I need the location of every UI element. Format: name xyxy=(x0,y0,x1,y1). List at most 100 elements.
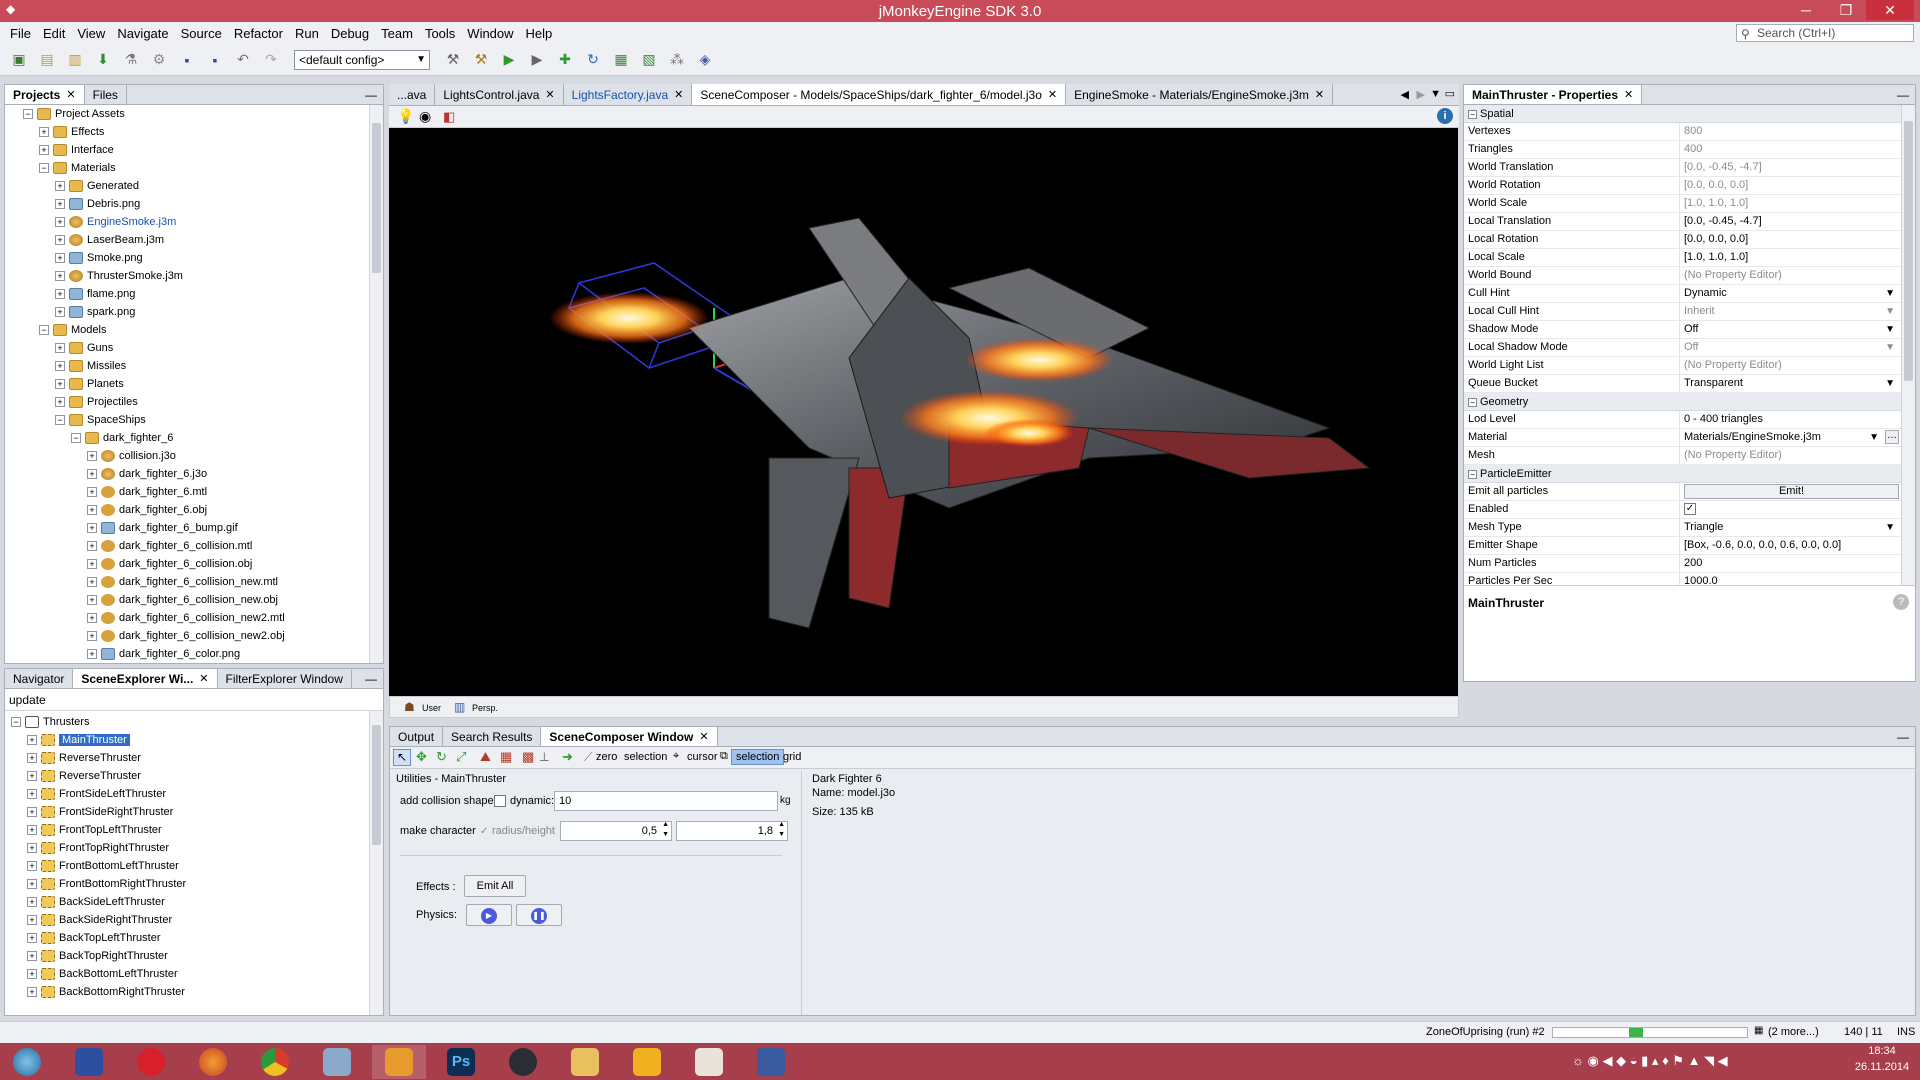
property-row[interactable]: Local Cull Hint Inherit ▼ xyxy=(1464,303,1901,321)
maximize-button[interactable]: ❐ xyxy=(1826,0,1866,20)
tab-files[interactable]: Files xyxy=(85,85,127,104)
perspective-icon[interactable]: ▥ xyxy=(454,700,465,714)
search-input[interactable]: ⚲ Search (Ctrl+I) xyxy=(1736,24,1914,42)
tab-scroll-right-icon[interactable]: ▶ xyxy=(1417,88,1425,101)
scene-scrollbar[interactable] xyxy=(369,711,383,1015)
menu-run[interactable]: Run xyxy=(289,26,325,41)
tab-projects[interactable]: Projects ✕ xyxy=(5,85,85,104)
projects-scrollbar[interactable] xyxy=(369,105,383,663)
tasks-icon[interactable]: ▦ xyxy=(1754,1025,1763,1036)
user-camera-icon[interactable]: ☗ xyxy=(404,700,415,714)
image-icon[interactable]: ▦ xyxy=(610,49,632,71)
taskbar-java[interactable] xyxy=(682,1045,736,1079)
editor-tab[interactable]: SceneComposer - Models/SpaceShips/dark_f… xyxy=(692,84,1067,105)
chevron-down-icon[interactable]: ▼ xyxy=(1869,429,1879,446)
chevron-down-icon[interactable]: ▼ xyxy=(1885,321,1895,338)
scene-node[interactable]: + ReverseThruster xyxy=(5,767,369,785)
new-file-icon[interactable]: ▣ xyxy=(8,49,30,71)
editor-tab[interactable]: ...ava xyxy=(389,84,436,105)
scene-node[interactable]: + ReverseThruster xyxy=(5,749,369,767)
property-row[interactable]: Local Shadow Mode Off ▼ xyxy=(1464,339,1901,357)
expand-toggle-icon[interactable]: − xyxy=(11,717,21,728)
close-icon[interactable]: ✕ xyxy=(66,88,75,101)
scale-tool-icon[interactable]: ⤢ xyxy=(456,749,466,765)
enabled-checkbox[interactable]: ✓ xyxy=(1684,503,1696,516)
taskbar-virtualbox[interactable] xyxy=(310,1045,364,1079)
dynamic-checkbox[interactable] xyxy=(494,795,506,807)
help-icon[interactable]: ? xyxy=(1893,594,1909,610)
expand-toggle-icon[interactable]: + xyxy=(87,631,97,642)
close-icon[interactable]: ✕ xyxy=(674,88,683,101)
minimize-button[interactable]: ─ xyxy=(1786,0,1826,20)
scene-node[interactable]: + FrontSideRightThruster xyxy=(5,803,369,821)
minimize-panel-icon[interactable]: — xyxy=(1897,730,1909,744)
tree-node[interactable]: + dark_fighter_6_collision_new2.obj xyxy=(5,627,369,645)
property-row[interactable]: Particles Per Sec 1000.0 xyxy=(1464,573,1901,585)
tree-node[interactable]: − Materials xyxy=(5,159,369,177)
expand-toggle-icon[interactable]: + xyxy=(55,253,65,264)
close-icon[interactable]: ✕ xyxy=(199,672,208,685)
vehicle-icon[interactable]: ◈ xyxy=(694,49,716,71)
taskbar-firefox[interactable] xyxy=(186,1045,240,1079)
tree-node[interactable]: + dark_fighter_6_collision.mtl xyxy=(5,537,369,555)
expand-toggle-icon[interactable]: + xyxy=(55,289,65,300)
minimize-panel-icon[interactable]: — xyxy=(365,672,377,686)
expand-toggle-icon[interactable]: + xyxy=(27,879,37,890)
scene-node[interactable]: + FrontSideLeftThruster xyxy=(5,785,369,803)
property-value[interactable]: [1.0, 1.0, 1.0] xyxy=(1680,249,1901,266)
property-row[interactable]: Local Scale [1.0, 1.0, 1.0] xyxy=(1464,249,1901,267)
selection-mode-button[interactable]: selection xyxy=(731,749,785,765)
property-row[interactable]: World Light List (No Property Editor) xyxy=(1464,357,1901,375)
property-row[interactable]: Local Translation [0.0, -0.45, -4.7] xyxy=(1464,213,1901,231)
expand-toggle-icon[interactable]: + xyxy=(55,199,65,210)
property-row[interactable]: Mesh Type Triangle ▼ xyxy=(1464,519,1901,537)
tray-icons[interactable]: ☼ ◉ ◀ ◆ ◒ ▮ ▴ ♦ ⚑ ▲ ◥ ◀ xyxy=(1572,1053,1728,1069)
tab-scene-composer[interactable]: SceneComposer Window ✕ xyxy=(541,727,718,746)
expand-toggle-icon[interactable]: + xyxy=(87,469,97,480)
expand-toggle-icon[interactable]: + xyxy=(55,271,65,282)
menu-window[interactable]: Window xyxy=(461,26,519,41)
taskbar-chrome[interactable] xyxy=(248,1045,302,1079)
expand-toggle-icon[interactable]: + xyxy=(87,559,97,570)
move-tool-icon[interactable]: ✥ xyxy=(416,749,427,765)
tab-search-results[interactable]: Search Results xyxy=(443,727,542,746)
tree-node[interactable]: − Models xyxy=(5,321,369,339)
make-character-button[interactable]: make character xyxy=(400,825,476,837)
scene-node[interactable]: + BackSideLeftThruster xyxy=(5,893,369,911)
menu-source[interactable]: Source xyxy=(175,26,228,41)
tree-node[interactable]: + Effects xyxy=(5,123,369,141)
tree-node[interactable]: − SpaceShips xyxy=(5,411,369,429)
tree-node[interactable]: + ThrusterSmoke.j3m xyxy=(5,267,369,285)
scene-node[interactable]: + FrontTopRightThruster xyxy=(5,839,369,857)
expand-toggle-icon[interactable]: + xyxy=(55,181,65,192)
tree-node[interactable]: + dark_fighter_6.mtl xyxy=(5,483,369,501)
expand-toggle-icon[interactable]: + xyxy=(55,307,65,318)
expand-toggle-icon[interactable]: + xyxy=(39,127,49,138)
download-icon[interactable]: ⬇ xyxy=(92,49,114,71)
scroll-thumb[interactable] xyxy=(372,123,381,273)
rotate-tool-icon[interactable]: ↻ xyxy=(436,749,447,765)
tree-node[interactable]: + dark_fighter_6_collision_new2.mtl xyxy=(5,609,369,627)
cube-icon[interactable]: ◧ xyxy=(443,109,455,125)
tree-node[interactable]: + dark_fighter_6.obj xyxy=(5,501,369,519)
scene-node[interactable]: + BackBottomLeftThruster xyxy=(5,965,369,983)
radius-spinner[interactable]: 0,5 ▲ ▼ xyxy=(560,821,672,841)
debug-icon[interactable]: ▶ xyxy=(526,49,548,71)
tree-node[interactable]: + dark_fighter_6_collision_new.mtl xyxy=(5,573,369,591)
expand-toggle-icon[interactable]: − xyxy=(39,325,49,336)
tree-node[interactable]: − dark_fighter_6 xyxy=(5,429,369,447)
expand-toggle-icon[interactable]: + xyxy=(27,735,37,746)
collapse-icon[interactable]: − xyxy=(1468,110,1477,119)
property-value[interactable]: Triangle ▼ xyxy=(1680,519,1901,536)
tab-filter-explorer[interactable]: FilterExplorer Window xyxy=(218,669,352,688)
maximize-icon[interactable]: ▭ xyxy=(1445,87,1455,100)
tree-node[interactable]: + dark_fighter_6_bump.gif xyxy=(5,519,369,537)
taskbar-opera[interactable] xyxy=(124,1045,178,1079)
menu-view[interactable]: View xyxy=(71,26,111,41)
taskbar-save-app[interactable] xyxy=(62,1045,116,1079)
property-row[interactable]: Shadow Mode Off ▼ xyxy=(1464,321,1901,339)
property-value[interactable]: Off ▼ xyxy=(1680,321,1901,338)
taskbar-steam[interactable] xyxy=(496,1045,550,1079)
tree-node[interactable]: + Planets xyxy=(5,375,369,393)
expand-toggle-icon[interactable]: + xyxy=(27,861,37,872)
